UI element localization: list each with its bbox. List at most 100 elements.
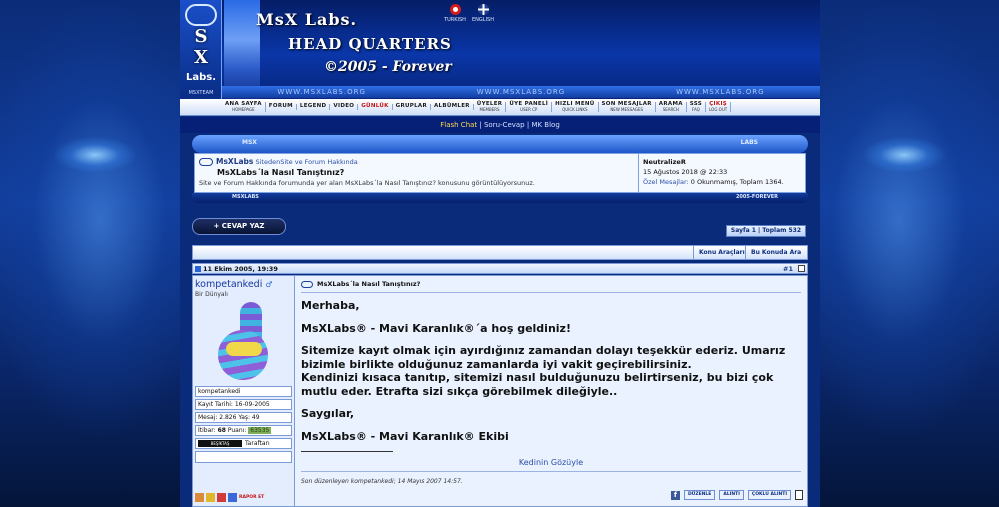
thread-tools-bar: Konu Araçları Bu Konuda Ara <box>192 245 808 260</box>
thread-tools-menu[interactable]: Konu Araçları <box>693 246 750 259</box>
nav-item[interactable]: GÜNLÜK <box>358 104 393 110</box>
mk-blog-link[interactable]: MK Blog <box>531 121 559 129</box>
thread-title[interactable]: MsXLabs´la Nasıl Tanıştınız? <box>199 168 634 177</box>
nav-item[interactable]: HIZLI MENÜ QUICK LINKS <box>552 102 599 112</box>
nav-item[interactable]: SON MESAJLAR NEW MESSAGES <box>599 102 656 112</box>
lang-english-label: ENGLISH <box>472 17 494 23</box>
nav-item-label: LEGEND <box>299 103 327 110</box>
pm-link[interactable]: Özel Mesajlar: <box>643 178 689 186</box>
edited-note: Son düzenleyen kompetankedi; 14 Mayıs 20… <box>301 478 463 485</box>
logged-user[interactable]: NeutralizeR <box>643 157 801 167</box>
logo-letter: S <box>194 26 208 47</box>
user-info-panel: NeutralizeR 15 Ağustos 2018 @ 22:33 Özel… <box>639 154 805 192</box>
logo-column[interactable]: S X Labs. MSXTEAM <box>180 0 222 99</box>
pm-count: 0 Okunmamış, Toplam 1364. <box>688 178 784 186</box>
soru-cevap-link[interactable]: Soru-Cevap <box>484 121 525 129</box>
nav-item-sublabel: USER CP <box>520 106 538 112</box>
credit-value: 68 <box>217 427 226 434</box>
nav-item[interactable]: ÜYELER MEMBERS <box>474 102 507 112</box>
footer-tag-left: MSXLABS <box>232 194 259 200</box>
nav-item[interactable]: ÇIKIŞ LOG OUT <box>706 102 732 112</box>
flag-icon[interactable] <box>217 493 226 502</box>
report-button[interactable]: RAPOR ET <box>239 495 264 500</box>
user-stat-name: kompetankedi <box>195 386 292 397</box>
info-box: MsXLabs SitedenSite ve Forum Hakkında Ms… <box>194 153 806 193</box>
post-username[interactable]: kompetankedi ♂ <box>195 279 292 290</box>
nav-item-label: VIDEO <box>333 103 355 110</box>
site-logo-icon <box>199 158 213 166</box>
nav-item-sublabel: LOG OUT <box>709 106 728 112</box>
document-icon[interactable] <box>795 490 803 500</box>
url-text: WWW.MSXLABS.ORG <box>277 88 366 96</box>
nav-item[interactable]: LEGEND <box>297 104 331 110</box>
info-box-footer: MSXLABS 2005-FOREVER <box>192 193 808 203</box>
user-icon[interactable] <box>228 493 237 502</box>
turkey-flag-icon <box>449 4 461 15</box>
flash-chat-link[interactable]: Flash Chat <box>440 121 477 129</box>
nav-item[interactable]: VIDEO <box>330 103 359 110</box>
search-thread-menu[interactable]: Bu Konuda Ara <box>745 246 806 259</box>
lang-english[interactable]: ENGLISH <box>468 4 498 23</box>
avatar[interactable] <box>212 302 276 384</box>
url-text: WWW.MSXLABS.ORG <box>676 88 765 96</box>
breadcrumb-forum[interactable]: SitedenSite ve Forum Hakkında <box>255 158 357 166</box>
site-title: MsX Labs. HEAD QUARTERS ©2005 - Forever <box>256 10 452 75</box>
post-icon <box>195 266 201 272</box>
multi-quote-button[interactable]: ÇOKLU ALINTI <box>747 490 791 500</box>
avatar-cat-grin <box>225 342 262 356</box>
user-stat-empty <box>195 451 292 463</box>
post-number[interactable]: #1 <box>783 265 793 273</box>
nav-item[interactable]: ANA SAYFA HOMEPAGE <box>222 102 266 112</box>
right-background-face <box>819 0 999 507</box>
signature-link[interactable]: Kedinin Gözüyle <box>301 458 801 472</box>
left-background-face <box>0 0 180 507</box>
url-text: WWW.MSXLABS.ORG <box>476 88 566 96</box>
lang-turkish[interactable]: TURKISH <box>440 4 470 23</box>
info-tag-right: LABS <box>740 139 758 146</box>
forum-page: S X Labs. MSXTEAM MsX Labs. HEAD QUARTER… <box>180 0 820 507</box>
hands-icon[interactable] <box>195 493 204 502</box>
edit-button[interactable]: DÜZENLE <box>683 490 716 500</box>
info-box-header: MSX LABS <box>192 135 808 153</box>
nav-item[interactable]: ALBÜMLER <box>431 104 474 110</box>
quote-button[interactable]: ALINTI <box>719 490 744 500</box>
msg-line: MsXLabs® - Mavi Karanlık®´a hoş geldiniz… <box>301 321 571 335</box>
nav-item-label: GRUPLAR <box>395 103 427 110</box>
post-message: Merhaba, MsXLabs® - Mavi Karanlık®´a hoş… <box>301 299 801 443</box>
nav-item-label: FORUM <box>268 103 293 110</box>
user-stat-credit: İtibar: 68 Puanı: 63535 <box>195 425 292 436</box>
post-select-checkbox[interactable] <box>798 265 805 272</box>
team-label: Taraftarı <box>245 439 270 447</box>
nav-item-sublabel: QUICK LINKS <box>562 106 588 112</box>
user-rank: Bir Dünyalı <box>195 291 228 298</box>
nav-item[interactable]: GRUPLAR <box>393 104 431 110</box>
reply-button[interactable]: + CEVAP YAZ <box>192 218 286 235</box>
nav-item[interactable]: SSS FAQ <box>687 102 707 112</box>
breadcrumb-site[interactable]: MsXLabs <box>216 157 253 166</box>
points-value: 63535 <box>248 427 272 434</box>
card-icon[interactable] <box>206 493 215 502</box>
nav-item[interactable]: ÜYE PANELİ USER CP <box>506 102 553 112</box>
site-title-line-3: ©2005 - Forever <box>324 59 452 75</box>
site-title-line-2: HEAD QUARTERS <box>288 35 452 53</box>
nav-item[interactable]: FORUM <box>266 104 297 110</box>
nav-item[interactable]: ARAMA SEARCH <box>656 102 687 112</box>
nav-item-label: ALBÜMLER <box>434 103 470 110</box>
facebook-share-button[interactable]: f <box>670 490 680 500</box>
post-user-column: kompetankedi ♂ Bir Dünyalı kompetankedi … <box>193 276 295 506</box>
lang-turkish-label: TURKISH <box>444 17 466 23</box>
nav-item-sublabel: NEW MESSAGES <box>610 106 644 112</box>
info-tag-left: MSX <box>242 139 257 146</box>
breadcrumb-panel: MsXLabs SitedenSite ve Forum Hakkında Ms… <box>195 154 639 192</box>
post-buttons: f DÜZENLE ALINTI ÇOKLU ALINTI <box>670 490 803 500</box>
separator: | <box>477 121 484 129</box>
footer-tag-right: 2005-FOREVER <box>735 194 778 200</box>
post-date: 11 Ekim 2005, 19:39 <box>203 265 278 273</box>
msg-line: MsXLabs® - Mavi Karanlık® Ekibi <box>301 429 509 443</box>
site-header: S X Labs. MSXTEAM MsX Labs. HEAD QUARTER… <box>180 0 820 99</box>
msg-line: Merhaba, <box>301 299 360 312</box>
url-strip: WWW.MSXLABS.ORG WWW.MSXLABS.ORG WWW.MSXL… <box>222 86 820 98</box>
pagination[interactable]: Sayfa 1 | Toplam 532 <box>725 225 806 237</box>
logo-labs: Labs. <box>185 72 217 83</box>
post-title: MsXLabs´la Nasıl Tanıştınız? <box>301 280 801 293</box>
